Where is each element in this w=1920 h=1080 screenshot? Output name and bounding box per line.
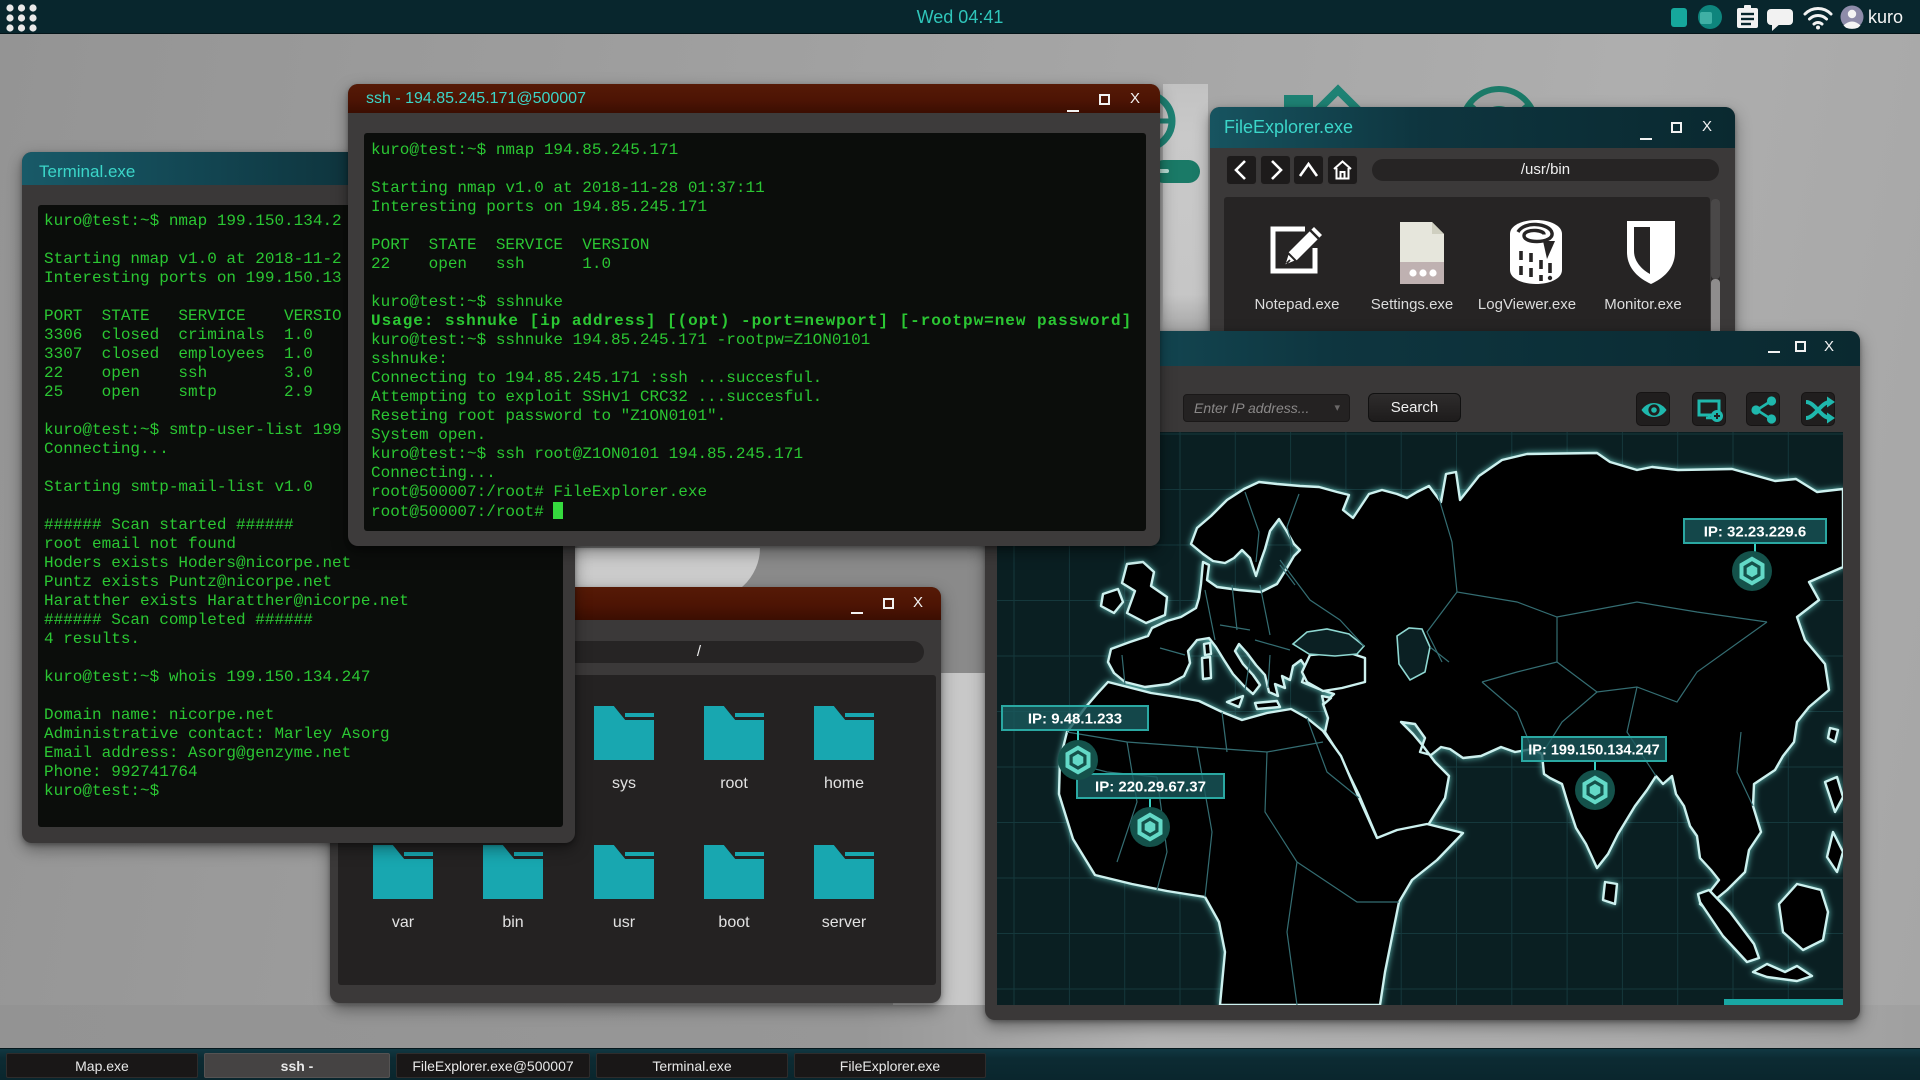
svg-text:IP: 199.150.134.247: IP: 199.150.134.247 <box>1528 743 1659 759</box>
svg-text:IP: 9.48.1.233: IP: 9.48.1.233 <box>1028 711 1122 728</box>
svg-text:IP: 220.29.67.37: IP: 220.29.67.37 <box>1095 779 1206 796</box>
svg-text:IP: 32.23.229.6: IP: 32.23.229.6 <box>1704 524 1807 541</box>
